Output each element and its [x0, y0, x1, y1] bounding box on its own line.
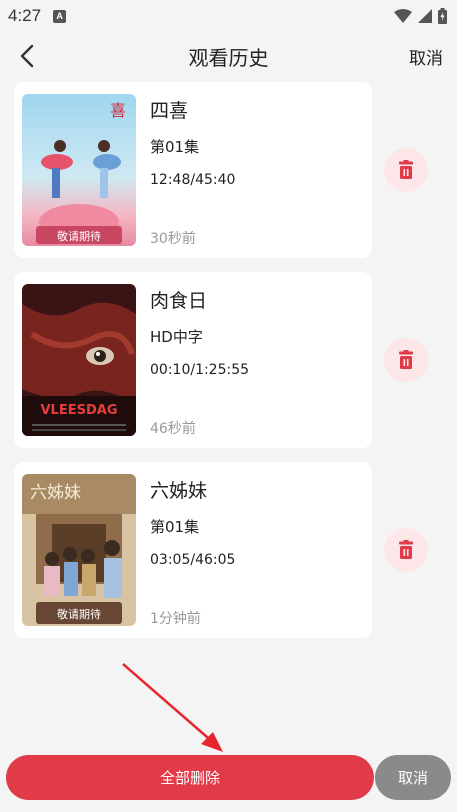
delete-item-button[interactable]: [384, 148, 428, 192]
status-icons: [394, 8, 447, 24]
item-title: 四喜: [150, 100, 189, 122]
item-episode: HD中字: [150, 328, 203, 346]
status-bar: 4:27 A: [0, 0, 457, 32]
cancel-button[interactable]: 取消: [375, 755, 451, 800]
item-time-ago: 46秒前: [150, 421, 196, 437]
header: 观看历史 取消: [0, 32, 457, 80]
poster-caption: 敬请期待: [57, 607, 101, 621]
battery-icon: [438, 8, 447, 24]
item-progress: 03:05/46:05: [150, 552, 236, 568]
poster-image: 喜 敬请期待: [22, 94, 136, 246]
poster-title: 六姊妹: [30, 483, 81, 503]
notification-badge-icon: A: [53, 9, 67, 23]
item-progress: 12:48/45:40: [150, 172, 236, 188]
header-cancel-button[interactable]: 取消: [409, 44, 443, 69]
page-title: 观看历史: [188, 46, 269, 70]
back-button[interactable]: [12, 40, 42, 72]
item-episode: 第01集: [150, 138, 200, 156]
trash-icon: [399, 350, 413, 369]
history-item[interactable]: VLEESDAG 肉食日 HD中字 00:10/1:25:55 46秒前: [14, 272, 372, 448]
history-item[interactable]: 六姊妹 敬请期待 六姊妹 第01集 03:05/46:05 1分钟前: [14, 462, 372, 638]
delete-all-button[interactable]: 全部删除: [6, 755, 374, 800]
chevron-left-icon: [20, 44, 34, 68]
svg-text:喜: 喜: [110, 101, 126, 120]
item-title: 肉食日: [150, 290, 208, 312]
status-time: 4:27: [8, 6, 42, 25]
item-time-ago: 30秒前: [150, 231, 196, 247]
wifi-icon: [394, 9, 412, 23]
poster-caption: 敬请期待: [57, 229, 101, 243]
poster-image: 六姊妹 敬请期待: [22, 474, 136, 626]
bottom-action-bar: 全部删除 取消: [0, 752, 457, 802]
red-arrow-annotation: [122, 663, 223, 752]
signal-icon: [418, 9, 432, 23]
poster-image: VLEESDAG: [22, 284, 136, 436]
delete-item-button[interactable]: [384, 528, 428, 572]
trash-icon: [399, 160, 413, 179]
item-title: 六姊妹: [150, 480, 208, 502]
poster-caption: VLEESDAG: [41, 403, 118, 418]
item-progress: 00:10/1:25:55: [150, 362, 250, 378]
history-item[interactable]: 喜 敬请期待 四喜 第01集 12:48/45:40 30秒前: [14, 82, 372, 258]
delete-item-button[interactable]: [384, 338, 428, 382]
item-time-ago: 1分钟前: [150, 611, 201, 627]
trash-icon: [399, 540, 413, 559]
item-episode: 第01集: [150, 518, 200, 536]
